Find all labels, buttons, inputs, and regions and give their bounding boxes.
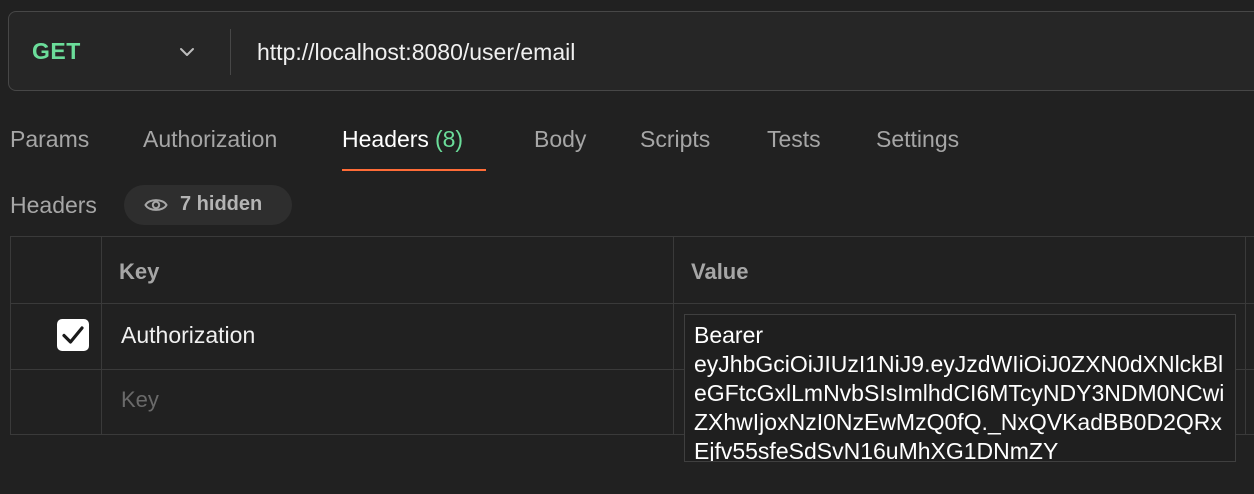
method-selector[interactable]: GET (32, 38, 81, 65)
column-divider (101, 237, 102, 434)
header-value-text: Bearer eyJhbGciOiJIUzI1NiJ9.eyJzdWIiOiJ0… (694, 322, 1225, 462)
tab-headers-label: Headers (342, 126, 429, 152)
checkmark-icon (62, 326, 84, 344)
url-divider (230, 29, 231, 75)
column-header-key: Key (119, 259, 160, 284)
hidden-headers-toggle[interactable]: 7 hidden (124, 185, 292, 225)
tab-params[interactable]: Params (10, 126, 89, 153)
header-key-cell[interactable]: Authorization (121, 322, 255, 349)
headers-section-title: Headers (10, 192, 97, 218)
chevron-down-icon[interactable] (177, 42, 197, 62)
tab-scripts[interactable]: Scripts (640, 126, 710, 153)
tab-tests[interactable]: Tests (767, 126, 821, 153)
row-divider (11, 303, 1254, 304)
header-value-editor[interactable]: Bearer eyJhbGciOiJIUzI1NiJ9.eyJzdWIiOiJ0… (684, 314, 1236, 462)
column-divider (673, 237, 674, 434)
active-tab-indicator (342, 169, 486, 171)
url-input[interactable]: http://localhost:8080/user/email (257, 39, 575, 66)
eye-icon (144, 199, 168, 211)
header-enabled-checkbox[interactable] (57, 319, 89, 351)
request-url-bar: GET http://localhost:8080/user/email (8, 11, 1254, 91)
tab-headers[interactable]: Headers (8) (342, 126, 463, 153)
hidden-headers-label: 7 hidden (180, 193, 263, 215)
column-header-value: Value (691, 259, 749, 284)
tab-settings[interactable]: Settings (876, 126, 959, 153)
tab-body[interactable]: Body (534, 126, 586, 153)
column-divider (1245, 237, 1246, 434)
tab-headers-count: (8) (434, 126, 464, 152)
headers-table: Key Value Authorization Key Bearer eyJhb… (10, 236, 1254, 462)
request-tabs: Params Authorization Headers (8) Body Scr… (0, 120, 1254, 172)
tab-authorization[interactable]: Authorization (143, 126, 277, 153)
new-header-key-input[interactable]: Key (121, 387, 159, 413)
